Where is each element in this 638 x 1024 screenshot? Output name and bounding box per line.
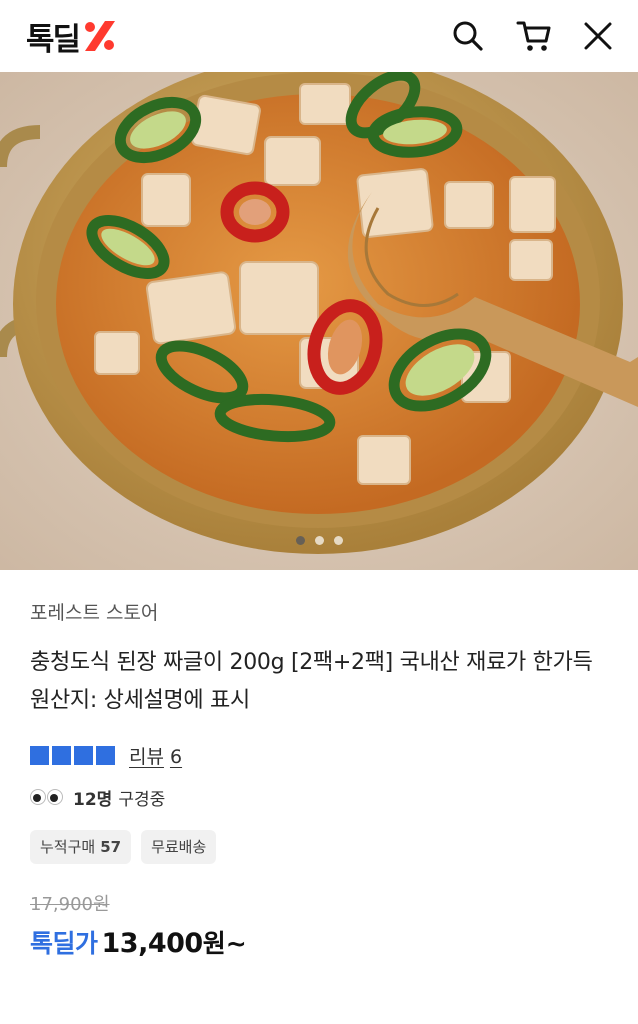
product-info: 포레스트 스토어 충청도식 된장 짜글이 200g [2팩+2팩] 국내산 재료… [30, 598, 610, 960]
search-button[interactable] [448, 16, 488, 56]
carousel-dot[interactable] [295, 536, 305, 545]
rating-row: 리뷰 6 [30, 742, 610, 768]
star-icon [52, 745, 71, 765]
rating-stars [30, 745, 115, 765]
sale-label: 톡딜가 [30, 929, 98, 958]
store-name[interactable]: 포레스트 스토어 [30, 598, 610, 628]
eyes-icon [30, 789, 63, 805]
review-label: 리뷰 [129, 745, 164, 768]
viewers-row: 12명 구경중 [30, 784, 610, 810]
badge-list: 누적구매 57 무료배송 [30, 830, 610, 864]
sale-price-unit: 원~ [202, 929, 247, 958]
search-icon [453, 21, 483, 51]
top-bar: 톡딜 [0, 0, 638, 72]
cumulative-purchase-badge: 누적구매 57 [30, 830, 132, 864]
carousel-indicator [0, 536, 638, 545]
percent-logo-icon [85, 21, 116, 51]
logo-text: 톡딜 [26, 21, 81, 58]
product-title: 충청도식 된장 짜글이 200g [2팩+2팩] 국내산 재료가 한가득 [30, 650, 593, 675]
sale-price: 13,400 [101, 928, 204, 959]
sale-price-row: 톡딜가 13,400 원~ [30, 924, 610, 960]
star-icon [30, 745, 49, 765]
viewers-count: 12명 [73, 789, 113, 810]
product-image-carousel[interactable] [0, 72, 638, 570]
star-icon [96, 745, 115, 765]
cart-button[interactable] [514, 16, 554, 56]
free-shipping-badge: 무료배송 [141, 830, 217, 864]
badge-label: 누적구매 [40, 838, 96, 856]
close-icon [584, 22, 612, 50]
original-price: 17,900원 [30, 894, 110, 915]
star-icon [74, 745, 93, 765]
badge-value: 57 [100, 838, 122, 856]
carousel-dot[interactable] [333, 536, 343, 545]
viewers-suffix: 구경중 [118, 789, 166, 810]
badge-label: 무료배송 [151, 838, 207, 856]
carousel-dot[interactable] [314, 536, 324, 545]
product-photo [0, 72, 638, 570]
close-button[interactable] [578, 16, 618, 56]
logo[interactable]: 톡딜 [26, 16, 117, 58]
cart-icon [516, 21, 551, 51]
review-count: 6 [169, 745, 183, 768]
product-origin: 원산지: 상세설명에 표시 [30, 688, 250, 713]
review-link[interactable]: 리뷰 6 [129, 742, 182, 769]
